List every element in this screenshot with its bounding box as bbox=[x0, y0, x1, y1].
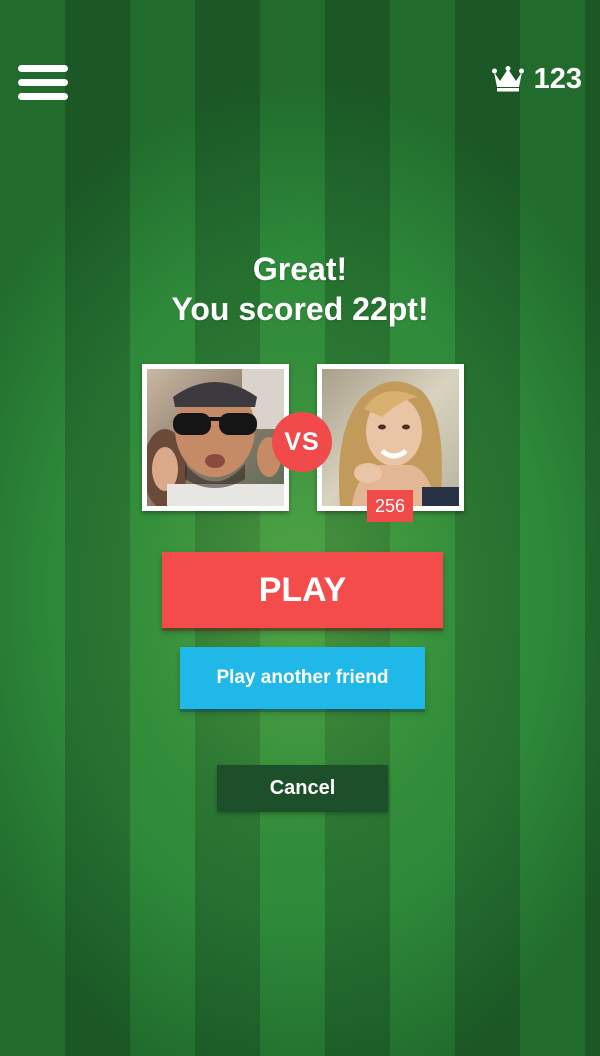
crown-icon bbox=[491, 66, 524, 92]
result-heading: Great! bbox=[252, 251, 348, 287]
menu-line bbox=[18, 93, 68, 100]
result-message: Great! You scored 22pt! bbox=[0, 249, 600, 329]
vs-badge: VS bbox=[272, 412, 332, 472]
opponent-avatar[interactable] bbox=[317, 364, 464, 511]
background-glow bbox=[0, 0, 600, 1056]
cancel-button[interactable]: Cancel bbox=[217, 765, 388, 812]
play-button[interactable]: PLAY bbox=[162, 552, 443, 628]
score-value: 123 bbox=[533, 62, 582, 95]
score-display: 123 bbox=[491, 62, 582, 96]
game-screen: 123 Great! You scored 22pt! VS 256 PLAY … bbox=[0, 0, 600, 1056]
menu-line bbox=[18, 79, 68, 86]
opponent-photo bbox=[322, 369, 459, 506]
player-avatar[interactable] bbox=[142, 364, 289, 511]
result-score-text: You scored 22pt! bbox=[171, 291, 429, 327]
hamburger-menu-icon[interactable] bbox=[18, 65, 68, 103]
opponent-score-badge: 256 bbox=[367, 490, 413, 522]
player-photo bbox=[147, 369, 284, 506]
play-another-friend-button[interactable]: Play another friend bbox=[180, 647, 425, 709]
menu-line bbox=[18, 65, 68, 72]
